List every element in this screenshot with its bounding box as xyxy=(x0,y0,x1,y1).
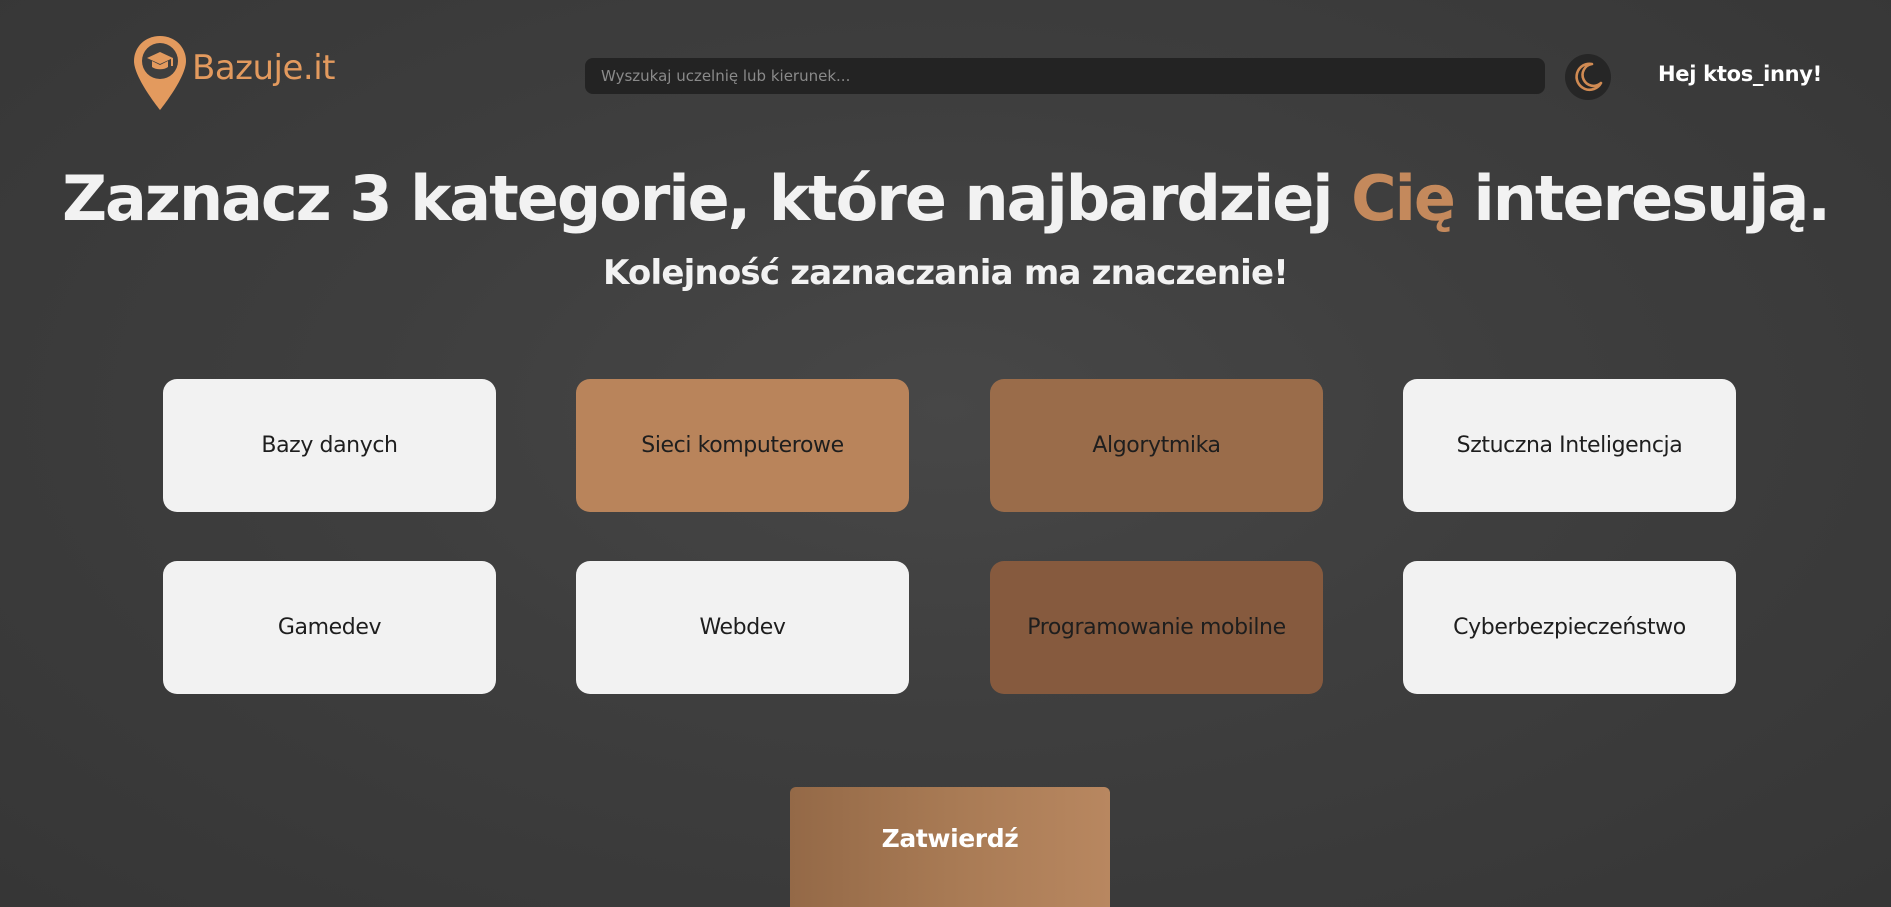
category-card-cyberbezpieczenstwo[interactable]: Cyberbezpieczeństwo xyxy=(1403,561,1736,694)
title-accent-word: Cię xyxy=(1351,162,1456,235)
title-text-before: Zaznacz 3 kategorie, które najbardziej xyxy=(62,162,1352,235)
category-grid: Bazy danych Sieci komputerowe Algorytmik… xyxy=(163,379,1736,694)
category-card-webdev[interactable]: Webdev xyxy=(576,561,909,694)
category-card-sieci-komputerowe[interactable]: Sieci komputerowe xyxy=(576,379,909,512)
map-pin-graduation-cap-icon xyxy=(134,36,186,110)
moon-icon xyxy=(1575,62,1603,92)
page-subtitle: Kolejność zaznaczania ma znaczenie! xyxy=(602,253,1289,293)
search-input[interactable] xyxy=(585,58,1545,94)
user-greeting[interactable]: Hej ktos_inny! xyxy=(1640,62,1840,86)
category-card-gamedev[interactable]: Gamedev xyxy=(163,561,496,694)
category-card-sztuczna-inteligencja[interactable]: Sztuczna Inteligencja xyxy=(1403,379,1736,512)
page-title: Zaznacz 3 kategorie, które najbardziej C… xyxy=(0,162,1891,235)
category-card-bazy-danych[interactable]: Bazy danych xyxy=(163,379,496,512)
logo[interactable]: Bazuje.it xyxy=(132,34,336,114)
category-card-programowanie-mobilne[interactable]: Programowanie mobilne xyxy=(990,561,1323,694)
top-header: Bazuje.it Hej ktos_inny! xyxy=(0,0,1891,150)
logo-text: Bazuje.it xyxy=(192,48,336,88)
title-text-after: interesują. xyxy=(1453,162,1831,235)
submit-button[interactable]: Zatwierdź xyxy=(790,787,1110,907)
theme-toggle-button[interactable] xyxy=(1565,54,1611,100)
category-card-algorytmika[interactable]: Algorytmika xyxy=(990,379,1323,512)
